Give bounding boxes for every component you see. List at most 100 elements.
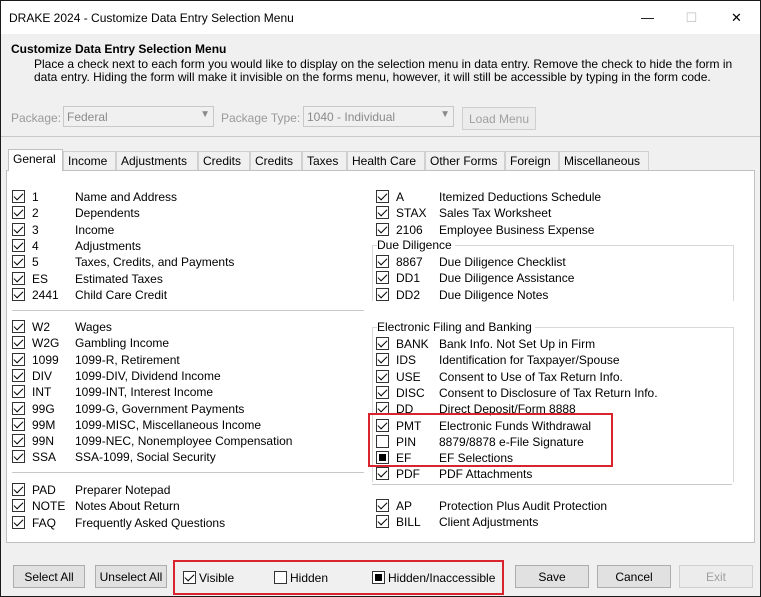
tab-credits-2[interactable]: Credits	[250, 151, 302, 170]
form-checkbox[interactable]	[12, 336, 25, 350]
close-button[interactable]: ✕	[714, 1, 759, 34]
form-checkbox[interactable]	[376, 467, 389, 481]
form-checkbox[interactable]	[376, 337, 389, 350]
window-title: DRAKE 2024 - Customize Data Entry Select…	[9, 11, 294, 25]
form-checkbox[interactable]	[376, 353, 389, 367]
tab-adjustments[interactable]: Adjustments	[116, 151, 198, 170]
form-code: ES	[32, 271, 49, 286]
form-row-a: A Itemized Deductions Schedule	[376, 189, 676, 205]
form-row-es: ES Estimated Taxes	[12, 271, 312, 287]
header-area: Customize Data Entry Selection Menu Plac…	[1, 34, 760, 134]
form-description: 1099-R, Retirement	[75, 352, 180, 367]
form-checkbox[interactable]	[376, 385, 389, 399]
form-checkbox[interactable]	[376, 190, 389, 203]
form-code: 4	[32, 238, 39, 253]
form-code: 99G	[32, 401, 55, 416]
form-row-disc: DISC Consent to Disclosure of Tax Return …	[376, 385, 676, 401]
form-checkbox[interactable]	[12, 238, 25, 252]
tab-foreign[interactable]: Foreign	[505, 151, 559, 170]
header-title: Customize Data Entry Selection Menu	[11, 42, 227, 56]
header-description: Place a check next to each form you woul…	[34, 57, 733, 84]
form-checkbox[interactable]	[12, 483, 25, 496]
form-code: BILL	[396, 515, 421, 530]
tab-credits[interactable]: Credits	[198, 151, 250, 170]
form-checkbox[interactable]	[12, 434, 25, 448]
tab-other-forms[interactable]: Other Forms	[425, 151, 505, 170]
form-checkbox[interactable]	[376, 287, 389, 301]
form-row-bank: BANK Bank Info. Not Set Up in Firm	[376, 336, 676, 352]
minimize-button[interactable]: —	[625, 1, 670, 34]
form-description: Wages	[75, 320, 112, 334]
form-checkbox[interactable]	[12, 368, 25, 382]
form-checkbox[interactable]	[376, 222, 389, 236]
form-description: Child Care Credit	[75, 287, 168, 302]
form-checkbox[interactable]	[12, 271, 25, 285]
legend-hidden-label: Hidden	[290, 571, 329, 585]
load-menu-button: Load Menu	[462, 107, 536, 130]
package-type-label: Package Type:	[221, 111, 301, 125]
form-checkbox[interactable]	[12, 499, 25, 513]
tab-general[interactable]: General	[8, 149, 63, 171]
form-checkbox[interactable]	[376, 255, 389, 268]
form-description: Adjustments	[75, 238, 142, 253]
form-code: DD1	[396, 271, 421, 286]
tab-income[interactable]: Income	[63, 151, 116, 170]
form-row-8867: 8867 Due Diligence Checklist	[376, 254, 676, 270]
save-button[interactable]: Save	[515, 565, 589, 588]
form-code: 2441	[32, 287, 59, 302]
form-row-dd2: DD2 Due Diligence Notes	[376, 287, 676, 303]
form-row-faq: FAQ Frequently Asked Questions	[12, 515, 312, 531]
form-checkbox[interactable]	[12, 287, 25, 301]
tab-health-care[interactable]: Health Care	[347, 151, 425, 170]
cancel-button[interactable]: Cancel	[597, 565, 671, 588]
package-value: Federal	[67, 110, 108, 124]
form-checkbox[interactable]	[376, 515, 389, 529]
select-all-button[interactable]: Select All	[13, 565, 85, 588]
form-checkbox[interactable]	[12, 385, 25, 399]
form-row-ids: IDS Identification for Taxpayer/Spouse	[376, 352, 676, 368]
dialog-window: DRAKE 2024 - Customize Data Entry Select…	[0, 0, 761, 597]
form-row-use: USE Consent to Use of Tax Return Info.	[376, 369, 676, 385]
form-checkbox[interactable]	[376, 206, 389, 220]
form-checkbox[interactable]	[12, 417, 25, 431]
tab-taxes[interactable]: Taxes	[302, 151, 347, 170]
form-code: W2G	[32, 336, 60, 351]
form-code: NOTE	[32, 499, 66, 514]
form-row-99n: 99N 1099-NEC, Nonemployee Compensation	[12, 433, 312, 449]
form-checkbox[interactable]	[12, 206, 25, 220]
form-checkbox[interactable]	[12, 255, 25, 269]
close-icon: ✕	[731, 9, 742, 25]
form-code: 1099	[32, 352, 59, 367]
form-row-bill: BILL Client Adjustments	[376, 514, 676, 530]
form-description: 1099-NEC, Nonemployee Compensation	[75, 434, 293, 449]
form-checkbox[interactable]	[12, 352, 25, 366]
form-code: DISC	[396, 385, 425, 400]
form-row-1099: 1099 1099-R, Retirement	[12, 352, 312, 368]
form-checkbox[interactable]	[376, 271, 389, 285]
tab-label: Adjustments	[121, 154, 188, 168]
form-description: Client Adjustments	[439, 515, 539, 530]
checkbox-checked-icon	[183, 571, 196, 584]
form-description: PDF Attachments	[439, 467, 533, 482]
form-checkbox[interactable]	[12, 222, 25, 236]
form-checkbox[interactable]	[12, 190, 25, 203]
due-diligence-label: Due Diligence	[377, 238, 455, 252]
form-checkbox[interactable]	[12, 515, 25, 529]
maximize-icon: ☐	[685, 9, 698, 25]
form-description: SSA-1099, Social Security	[75, 450, 216, 465]
form-row-dd1: DD1 Due Diligence Assistance	[376, 270, 676, 286]
tab-label: General	[13, 152, 56, 166]
legend-hidden-inaccessible-label: Hidden/Inaccessible	[388, 571, 496, 585]
form-checkbox[interactable]	[12, 401, 25, 415]
form-code: 99N	[32, 434, 55, 449]
form-checkbox[interactable]	[12, 320, 25, 333]
form-checkbox[interactable]	[376, 369, 389, 383]
form-checkbox[interactable]	[12, 450, 25, 464]
tab-miscellaneous[interactable]: Miscellaneous	[559, 151, 649, 170]
form-checkbox[interactable]	[376, 499, 389, 512]
form-description: 1099-DIV, Dividend Income	[75, 368, 221, 383]
form-description: Due Diligence Assistance	[439, 271, 575, 286]
unselect-all-button[interactable]: Unselect All	[95, 565, 167, 588]
form-description: Name and Address	[75, 190, 178, 204]
checkbox-partial-icon	[372, 571, 385, 584]
